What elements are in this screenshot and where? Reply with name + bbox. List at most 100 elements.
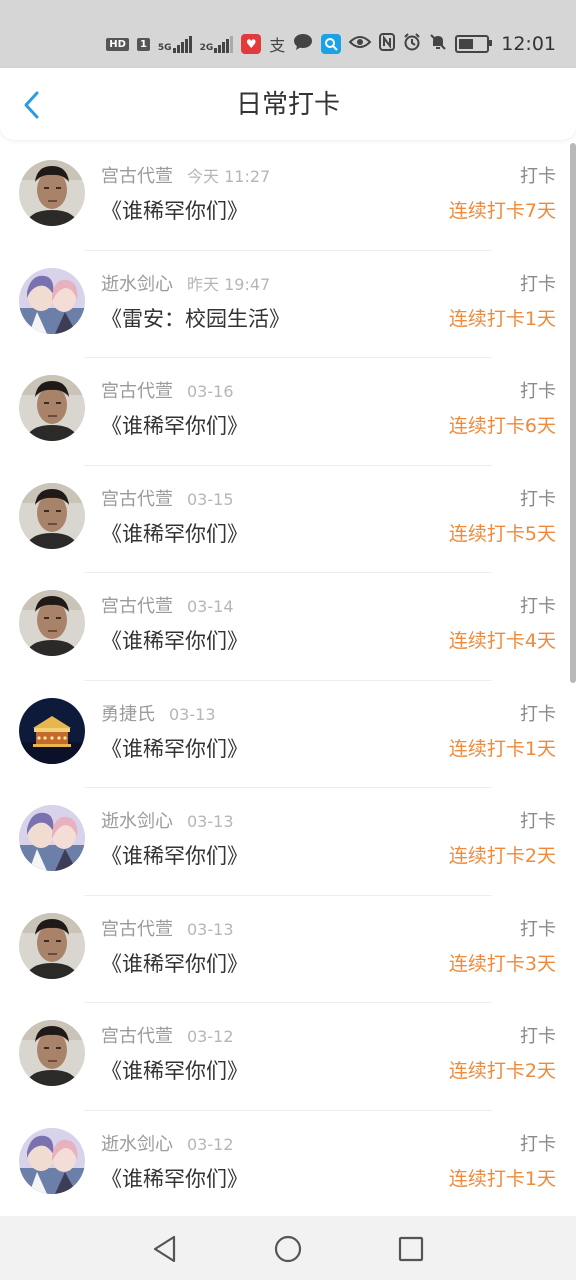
checkin-time: 03-16 (187, 382, 234, 401)
app-icon: ♥ (241, 34, 262, 54)
username[interactable]: 宫古代萱 (101, 596, 173, 617)
checkin-row[interactable]: 逝水剑心 03-12 《谁稀罕你们》 打卡连续打卡1天 (0, 1111, 576, 1218)
avatar[interactable] (19, 1020, 85, 1086)
book-title[interactable]: 《谁稀罕你们》 (101, 1165, 248, 1193)
checkin-time: 03-13 (187, 919, 234, 939)
checkin-row[interactable]: 逝水剑心 03-13 《谁稀罕你们》 打卡连续打卡2天 (0, 788, 576, 896)
book-title[interactable]: 《雷安：校园生活》 (101, 305, 290, 333)
checkin-label: 打卡 (520, 811, 556, 832)
clock: 12:01 (501, 33, 556, 55)
avatar[interactable] (19, 375, 85, 441)
streak-count: 连续打卡3天 (448, 952, 556, 975)
avatar[interactable] (19, 482, 85, 549)
checkin-label: 打卡 (520, 166, 556, 187)
user-meta: 宫古代萱 03-16 (101, 380, 234, 404)
checkin-row[interactable]: 勇捷氏 03-13 《谁稀罕你们》 打卡连续打卡1天 (0, 681, 576, 788)
username[interactable]: 宫古代萱 (101, 1026, 173, 1047)
user-meta: 宫古代萱 03-15 (101, 488, 234, 512)
avatar[interactable] (19, 912, 85, 979)
signal-2g-label: 2G (199, 43, 214, 53)
checkin-row[interactable]: 宫古代萱 03-14 《谁稀罕你们》 打卡连续打卡4天 (0, 573, 576, 681)
checkin-list[interactable]: 宫古代萱 今天 11:27 《谁稀罕你们》 打卡 连续打卡7天 逝水剑心 昨天 19:47 《… (0, 143, 576, 1218)
checkin-label: 打卡 (520, 596, 556, 617)
user-meta: 逝水剑心 03-13 (101, 810, 234, 834)
recents-square-icon (398, 1236, 424, 1262)
checkin-row[interactable]: 宫古代萱 03-12 《谁稀罕你们》 打卡连续打卡2天 (0, 1003, 576, 1111)
signal-5g-label: 5G (157, 43, 172, 53)
username[interactable]: 宫古代萱 (101, 489, 173, 510)
checkin-label: 打卡 (520, 1026, 556, 1047)
search-app-icon (321, 34, 342, 54)
chat-icon (293, 33, 313, 55)
system-nav-bar (0, 1216, 576, 1280)
home-circle-icon (274, 1235, 302, 1263)
checkin-time: 昨天 19:47 (187, 274, 271, 294)
eye-icon (348, 34, 372, 54)
checkin-label: 打卡 (520, 1133, 556, 1155)
user-meta: 勇捷氏 03-13 (101, 703, 216, 727)
alarm-icon (403, 33, 421, 55)
username[interactable]: 逝水剑心 (101, 274, 173, 295)
streak-count: 连续打卡2天 (448, 845, 556, 867)
battery-icon (455, 35, 493, 53)
book-title[interactable]: 《谁稀罕你们》 (101, 1057, 248, 1085)
user-meta: 逝水剑心 昨天 19:47 (101, 273, 270, 297)
avatar[interactable] (19, 805, 85, 871)
checkin-row[interactable]: 宫古代萱 03-13 《谁稀罕你们》 打卡连续打卡3天 (0, 896, 576, 1003)
username[interactable]: 勇捷氏 (101, 704, 155, 725)
streak-count: 连续打卡1天 (448, 307, 556, 330)
checkin-label: 打卡 (520, 703, 556, 725)
book-title[interactable]: 《谁稀罕你们》 (101, 412, 248, 440)
avatar[interactable] (19, 1127, 85, 1194)
user-meta: 宫古代萱 03-14 (101, 595, 234, 619)
signal-2g-icon: 2G (200, 35, 234, 53)
streak-count: 连续打卡1天 (448, 1167, 556, 1190)
streak-count: 连续打卡2天 (448, 1060, 556, 1082)
checkin-label: 打卡 (520, 918, 556, 940)
username[interactable]: 宫古代萱 (101, 381, 173, 402)
user-meta: 逝水剑心 03-12 (101, 1133, 234, 1157)
checkin-time: 03-13 (169, 704, 216, 724)
checkin-label: 打卡 (520, 273, 556, 295)
book-title[interactable]: 《谁稀罕你们》 (101, 627, 248, 655)
book-title[interactable]: 《谁稀罕你们》 (101, 197, 248, 225)
book-title[interactable]: 《谁稀罕你们》 (101, 842, 248, 870)
checkin-label: 打卡 (520, 381, 556, 402)
page-title: 日常打卡 (235, 90, 340, 120)
checkin-label: 打卡 (520, 488, 556, 510)
hd-icon: HD (106, 37, 129, 51)
checkin-row[interactable]: 逝水剑心 昨天 19:47 《雷安：校园生活》 打卡连续打卡1天 (0, 251, 576, 358)
streak-count: 连续打卡4天 (448, 630, 556, 652)
user-meta: 宫古代萱 今天 11:27 (101, 165, 270, 189)
avatar[interactable] (19, 160, 85, 226)
checkin-time: 03-12 (187, 1134, 234, 1154)
username[interactable]: 逝水剑心 (101, 811, 173, 832)
book-title[interactable]: 《谁稀罕你们》 (101, 520, 248, 548)
book-title[interactable]: 《谁稀罕你们》 (101, 950, 248, 978)
book-title[interactable]: 《谁稀罕你们》 (101, 735, 248, 763)
nav-home-button[interactable] (273, 1234, 303, 1264)
nav-recents-button[interactable] (396, 1234, 426, 1264)
checkin-row[interactable]: 宫古代萱 03-15 《谁稀罕你们》 打卡连续打卡5天 (0, 466, 576, 573)
checkin-row[interactable]: 宫古代萱 03-16 《谁稀罕你们》 打卡连续打卡6天 (0, 358, 576, 466)
nfc-icon (379, 33, 396, 55)
checkin-time: 03-12 (187, 1027, 234, 1046)
streak-count: 连续打卡6天 (448, 415, 556, 437)
checkin-row[interactable]: 宫古代萱 今天 11:27 《谁稀罕你们》 打卡连续打卡7天 (0, 143, 576, 251)
streak-count: 连续打卡5天 (448, 522, 556, 545)
streak-count: 连续打卡7天 (448, 200, 556, 222)
avatar[interactable] (19, 267, 85, 334)
mute-icon (429, 33, 447, 55)
user-meta: 宫古代萱 03-12 (101, 1025, 234, 1049)
avatar[interactable] (19, 697, 85, 764)
streak-count: 连续打卡1天 (448, 737, 556, 760)
status-icons: HD 1 5G 2G ♥ 支 12:01 (106, 30, 556, 58)
username[interactable]: 宫古代萱 (101, 919, 173, 940)
username[interactable]: 宫古代萱 (101, 166, 173, 187)
back-triangle-icon (153, 1235, 176, 1263)
scrollbar[interactable] (570, 143, 576, 683)
checkin-time: 03-15 (187, 489, 234, 509)
avatar[interactable] (19, 590, 85, 656)
nav-back-button[interactable] (150, 1234, 180, 1264)
username[interactable]: 逝水剑心 (101, 1134, 173, 1155)
